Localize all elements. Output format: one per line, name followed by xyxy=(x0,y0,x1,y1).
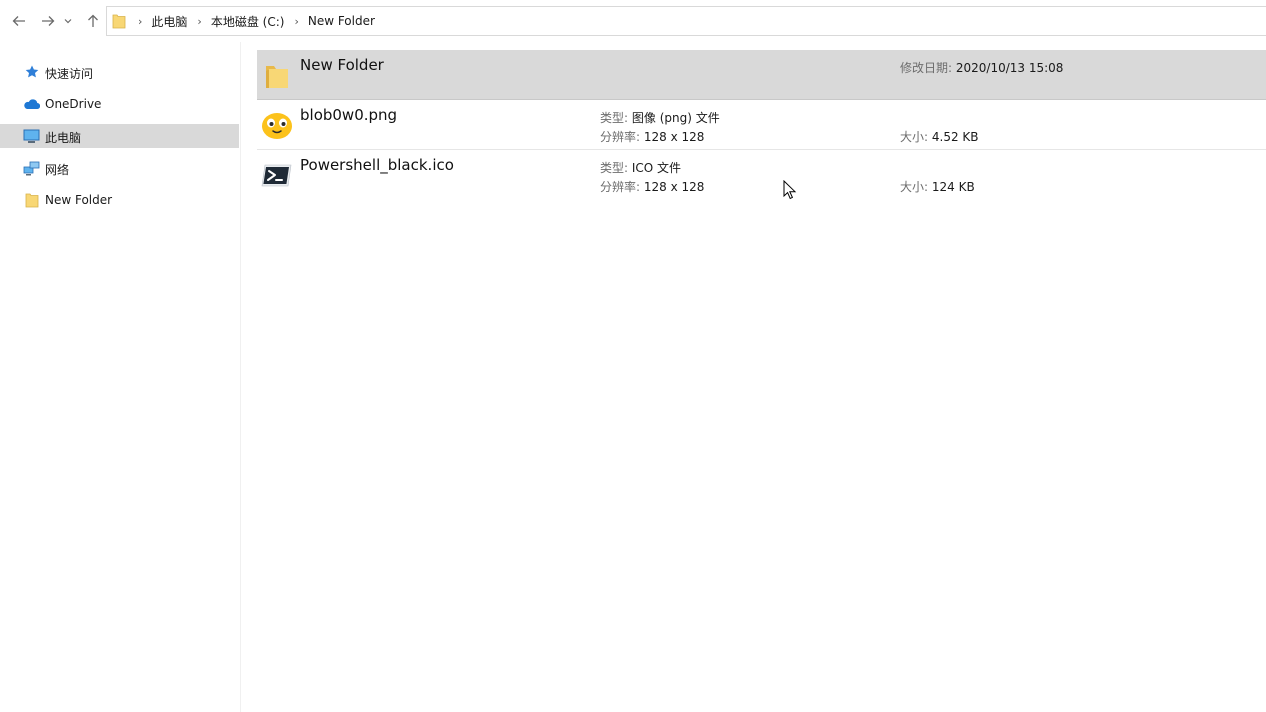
file-type: 类型: ICO 文件 xyxy=(600,159,681,176)
powershell-icon xyxy=(261,164,292,187)
navigation-pane: 快速访问 OneDrive 此电脑 网络 New Folder xyxy=(0,42,241,712)
file-resolution: 分辨率: 128 x 128 xyxy=(600,128,704,145)
file-size: 大小: 4.52 KB xyxy=(900,128,979,145)
meta-value: 图像 (png) 文件 xyxy=(631,111,720,125)
sidebar-item-label: New Folder xyxy=(45,193,113,207)
network-icon xyxy=(23,160,40,176)
sidebar-item-label: 快速访问 xyxy=(45,67,94,81)
sidebar-item-onedrive[interactable]: OneDrive xyxy=(0,92,239,116)
file-type: 类型: 图像 (png) 文件 xyxy=(600,109,720,126)
back-button[interactable] xyxy=(9,11,29,31)
meta-key: 分辨率: xyxy=(600,180,641,194)
forward-button[interactable] xyxy=(38,11,58,31)
file-resolution: 分辨率: 128 x 128 xyxy=(600,178,704,195)
sidebar-item-label: 此电脑 xyxy=(45,131,82,145)
address-bar[interactable]: › 此电脑 › 本地磁盘 (C:) › New Folder xyxy=(106,6,1266,36)
chevron-right-icon[interactable]: › xyxy=(294,15,298,28)
modified-date: 修改日期: 2020/10/13 15:08 xyxy=(900,59,1063,76)
file-name[interactable]: New Folder xyxy=(300,56,384,74)
file-list: New Folder 修改日期: 2020/10/13 15:08 blob0w… xyxy=(242,42,1266,712)
file-size: 大小: 124 KB xyxy=(900,178,975,195)
address-toolbar: › 此电脑 › 本地磁盘 (C:) › New Folder xyxy=(0,0,1266,42)
meta-value: 128 x 128 xyxy=(643,130,705,144)
sidebar-item-network[interactable]: 网络 xyxy=(0,156,239,180)
meta-key: 大小: xyxy=(900,180,929,194)
sidebar-item-quick-access[interactable]: 快速访问 xyxy=(0,60,239,84)
meta-key: 类型: xyxy=(600,161,629,175)
file-row-blob-png[interactable]: blob0w0.png 类型: 图像 (png) 文件 分辨率: 128 x 1… xyxy=(257,100,1266,150)
folder-icon xyxy=(112,14,126,29)
meta-value: 128 x 128 xyxy=(643,180,705,194)
up-button[interactable] xyxy=(83,11,103,31)
meta-key: 修改日期: xyxy=(900,61,953,75)
arrow-left-icon xyxy=(12,16,25,26)
meta-value: 124 KB xyxy=(931,180,975,194)
meta-key: 分辨率: xyxy=(600,130,641,144)
sidebar-item-new-folder[interactable]: New Folder xyxy=(0,188,239,212)
sidebar-item-this-pc[interactable]: 此电脑 xyxy=(0,124,239,148)
file-row-powershell-ico[interactable]: Powershell_black.ico 类型: ICO 文件 分辨率: 128… xyxy=(257,150,1266,200)
blob-emoji-icon xyxy=(262,113,292,139)
breadcrumb-new-folder[interactable]: New Folder xyxy=(308,14,375,28)
arrow-up-icon xyxy=(88,14,98,27)
sidebar-item-label: OneDrive xyxy=(45,97,102,111)
arrow-right-icon xyxy=(42,16,55,26)
mouse-cursor-icon xyxy=(783,180,797,200)
chevron-right-icon[interactable]: › xyxy=(197,15,201,28)
computer-icon xyxy=(23,128,40,144)
star-icon xyxy=(23,64,40,80)
meta-value: 4.52 KB xyxy=(931,130,979,144)
chevron-down-icon xyxy=(64,19,72,24)
breadcrumb-local-disk[interactable]: 本地磁盘 (C:) xyxy=(211,13,285,30)
meta-key: 类型: xyxy=(600,111,629,125)
folder-icon xyxy=(23,192,40,208)
sidebar-item-label: 网络 xyxy=(45,163,70,177)
chevron-right-icon[interactable]: › xyxy=(138,15,142,28)
file-name[interactable]: blob0w0.png xyxy=(300,106,397,124)
meta-value: 2020/10/13 15:08 xyxy=(955,61,1064,75)
file-row-new-folder[interactable]: New Folder 修改日期: 2020/10/13 15:08 xyxy=(257,50,1266,100)
folder-icon xyxy=(266,66,288,88)
meta-key: 大小: xyxy=(900,130,929,144)
breadcrumb-this-pc[interactable]: 此电脑 xyxy=(151,13,187,30)
file-name[interactable]: Powershell_black.ico xyxy=(300,156,454,174)
meta-value: ICO 文件 xyxy=(631,161,682,175)
cloud-icon xyxy=(23,96,40,112)
recent-locations-button[interactable] xyxy=(62,11,74,31)
